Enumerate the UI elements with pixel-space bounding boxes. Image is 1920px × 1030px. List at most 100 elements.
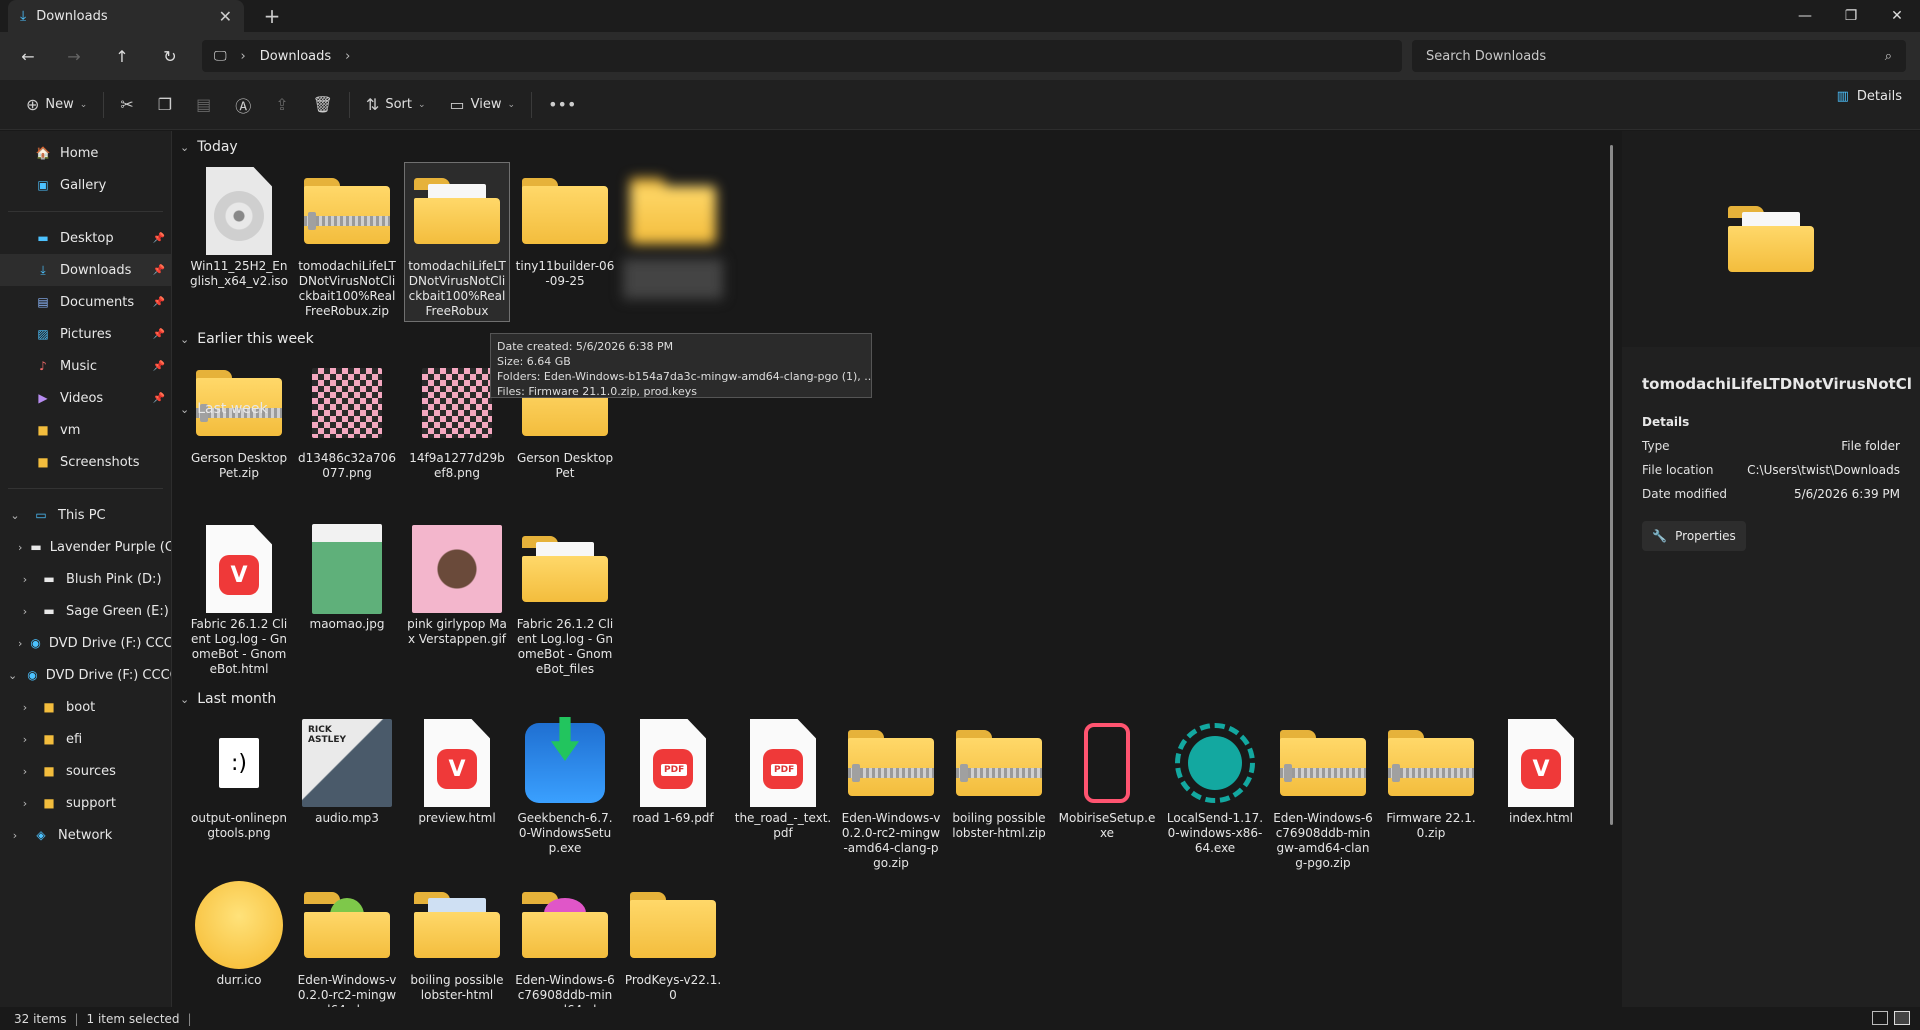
file-item[interactable]: tiny11builder-06-09-25 <box>512 163 618 289</box>
breadcrumb-downloads[interactable]: Downloads <box>260 49 331 64</box>
properties-button[interactable]: 🔧 Properties <box>1642 521 1746 551</box>
sidebar-item-home[interactable]: 🏠 Home <box>0 137 171 169</box>
file-item[interactable]: V preview.html <box>404 715 510 826</box>
share-button[interactable]: ⇪ <box>263 89 300 121</box>
restore-button[interactable]: ❐ <box>1828 0 1874 32</box>
rename-button[interactable]: Ⓐ <box>223 89 263 121</box>
file-item[interactable]: V index.html <box>1488 715 1594 826</box>
file-item[interactable]: Win11_25H2_English_x64_v2.iso <box>186 163 292 289</box>
chevron-right-icon[interactable]: › <box>18 573 32 586</box>
file-item[interactable]: durr.ico <box>186 877 292 988</box>
chevron-down-icon[interactable]: ⌄ <box>8 669 17 682</box>
details-view-button[interactable] <box>1872 1011 1888 1025</box>
group-header-last-week[interactable]: ⌄ Last week <box>180 401 268 417</box>
group-header-earlier[interactable]: ⌄ Earlier this week <box>180 331 314 347</box>
sidebar-item-dvd-drive[interactable]: › ◉ DVD Drive (F:) CCCOMA_X64FRE_EN-US_DV9 <box>0 627 171 659</box>
search-icon[interactable]: ⌕ <box>1885 49 1892 64</box>
refresh-button[interactable]: ↻ <box>156 44 184 68</box>
view-button[interactable]: ▭ View ⌄ <box>438 89 528 121</box>
chevron-right-icon[interactable]: › <box>18 733 32 746</box>
file-item[interactable]: Gerson Desktop Pet.zip <box>186 355 292 481</box>
up-button[interactable]: ↑ <box>108 44 136 68</box>
tab-downloads[interactable]: ⤓ Downloads ✕ <box>8 0 244 32</box>
file-item-blurred[interactable] <box>620 163 726 299</box>
sidebar-item-desktop[interactable]: ▬ Desktop 📌 <box>0 222 171 254</box>
minimize-button[interactable]: — <box>1782 0 1828 32</box>
file-item[interactable]: maomao.jpg <box>294 521 400 632</box>
back-button[interactable]: ← <box>14 44 42 68</box>
file-item[interactable]: pink girlypop Max Verstappen.gif <box>404 521 510 647</box>
file-item[interactable]: tomodachiLifeLTDNotVirusNotClickbait100%… <box>294 163 400 319</box>
details-button[interactable]: ▥ Details <box>1837 89 1902 104</box>
file-item[interactable]: d13486c32a706077.png <box>294 355 400 481</box>
sidebar-item-drive-e[interactable]: › ▬ Sage Green (E:) <box>0 595 171 627</box>
sidebar-item-this-pc[interactable]: ⌄ ▭ This PC <box>0 499 171 531</box>
file-item[interactable]: Eden-Windows-6c76908ddb-mingw-amd64-clan… <box>512 877 618 1007</box>
cut-button[interactable]: ✂ <box>108 89 145 121</box>
file-item[interactable]: LocalSend-1.17.0-windows-x86-64.exe <box>1162 715 1268 856</box>
search-box[interactable]: ⌕ <box>1412 40 1906 72</box>
group-header-last-month[interactable]: ⌄ Last month <box>180 691 276 707</box>
chevron-right-icon[interactable]: › <box>18 797 32 810</box>
sidebar-item-downloads[interactable]: ⤓ Downloads 📌 <box>0 254 171 286</box>
file-item[interactable]: Geekbench-6.7.0-WindowsSetup.exe <box>512 715 618 856</box>
sidebar-item-gallery[interactable]: ▣ Gallery <box>0 169 171 201</box>
monitor-icon[interactable]: 🖵 <box>214 49 227 64</box>
sidebar-item-drive-c[interactable]: › ▬ Lavender Purple (C:) <box>0 531 171 563</box>
new-button[interactable]: ⊕ New ⌄ <box>14 89 99 121</box>
chevron-right-icon[interactable]: › <box>18 541 22 554</box>
file-item[interactable]: PDF road 1-69.pdf <box>620 715 726 826</box>
sort-button[interactable]: ⇅ Sort ⌄ <box>354 89 438 121</box>
paste-button[interactable]: ▤ <box>184 89 223 121</box>
search-input[interactable] <box>1426 48 1846 64</box>
sidebar-item-sources[interactable]: › ■ sources <box>0 755 171 787</box>
sidebar-item-music[interactable]: ♪ Music 📌 <box>0 350 171 382</box>
file-item-selected[interactable]: tomodachiLifeLTDNotVirusNotClickbait100%… <box>404 162 510 322</box>
sidebar-item-vm[interactable]: ■ vm <box>0 414 171 446</box>
sidebar-item-label: support <box>66 795 116 811</box>
chevron-right-icon[interactable]: › <box>8 829 22 842</box>
sidebar-item-boot[interactable]: › ■ boot <box>0 691 171 723</box>
file-item[interactable]: Firmware 22.1.0.zip <box>1378 715 1484 841</box>
new-tab-button[interactable]: + <box>258 4 286 28</box>
file-item[interactable]: RICK ASTLEY audio.mp3 <box>294 715 400 826</box>
large-icons-view-button[interactable] <box>1894 1011 1910 1025</box>
chevron-down-icon[interactable]: ⌄ <box>8 509 22 522</box>
close-window-button[interactable]: ✕ <box>1874 0 1920 32</box>
sidebar-item-documents[interactable]: ▤ Documents 📌 <box>0 286 171 318</box>
file-item[interactable]: Eden-Windows-6c76908ddb-mingw-amd64-clan… <box>1270 715 1376 871</box>
sidebar-item-support[interactable]: › ■ support <box>0 787 171 819</box>
group-header-today[interactable]: ⌄ Today <box>180 139 238 155</box>
file-item[interactable]: Eden-Windows-v0.2.0-rc2-mingw-amd64-clan… <box>838 715 944 871</box>
file-item[interactable]: V Fabric 26.1.2 Client Log.log - GnomeBo… <box>186 521 292 677</box>
file-item[interactable]: boiling possible lobster-html.zip <box>946 715 1052 841</box>
chevron-right-icon[interactable]: › <box>241 49 246 64</box>
file-item[interactable]: boiling possible lobster-html <box>404 877 510 1003</box>
file-item[interactable]: Fabric 26.1.2 Client Log.log - GnomeBot … <box>512 521 618 677</box>
sidebar-item-screenshots[interactable]: ■ Screenshots <box>0 446 171 478</box>
file-item[interactable]: ProdKeys-v22.1.0 <box>620 877 726 1003</box>
forward-button[interactable]: → <box>60 44 88 68</box>
file-item[interactable]: PDF the_road_-_text.pdf <box>730 715 836 841</box>
delete-button[interactable]: 🗑 <box>301 89 345 121</box>
chevron-right-icon[interactable]: › <box>18 701 32 714</box>
sidebar-item-drive-d[interactable]: › ▬ Blush Pink (D:) <box>0 563 171 595</box>
sidebar-item-efi[interactable]: › ■ efi <box>0 723 171 755</box>
file-item[interactable]: MobiriseSetup.exe <box>1054 715 1160 841</box>
close-tab-icon[interactable]: ✕ <box>219 7 232 26</box>
sidebar-item-videos[interactable]: ▶ Videos 📌 <box>0 382 171 414</box>
more-options-button[interactable]: ••• <box>536 89 588 121</box>
sidebar-item-pictures[interactable]: ▨ Pictures 📌 <box>0 318 171 350</box>
file-item[interactable]: :) output-onlinepngtools.png <box>186 715 292 841</box>
scrollbar[interactable] <box>1610 145 1613 825</box>
breadcrumb[interactable]: 🖵 › Downloads › <box>202 40 1402 72</box>
copy-button[interactable]: ❐ <box>146 89 184 121</box>
sidebar-item-network[interactable]: › ◈ Network <box>0 819 171 851</box>
chevron-right-icon[interactable]: › <box>18 765 32 778</box>
chevron-right-icon[interactable]: › <box>345 49 350 64</box>
file-view[interactable]: ⌄ Today Win11_25H2_English_x64_v2.iso tom… <box>174 131 1614 1007</box>
chevron-right-icon[interactable]: › <box>18 605 32 618</box>
file-item[interactable]: Eden-Windows-v0.2.0-rc2-mingw-amd64-clan… <box>294 877 400 1007</box>
sidebar-item-dvd-drive-expanded[interactable]: ⌄ ◉ DVD Drive (F:) CCCOMA_X64FRE_EN-US_DV9 <box>0 659 171 691</box>
chevron-right-icon[interactable]: › <box>18 637 22 650</box>
